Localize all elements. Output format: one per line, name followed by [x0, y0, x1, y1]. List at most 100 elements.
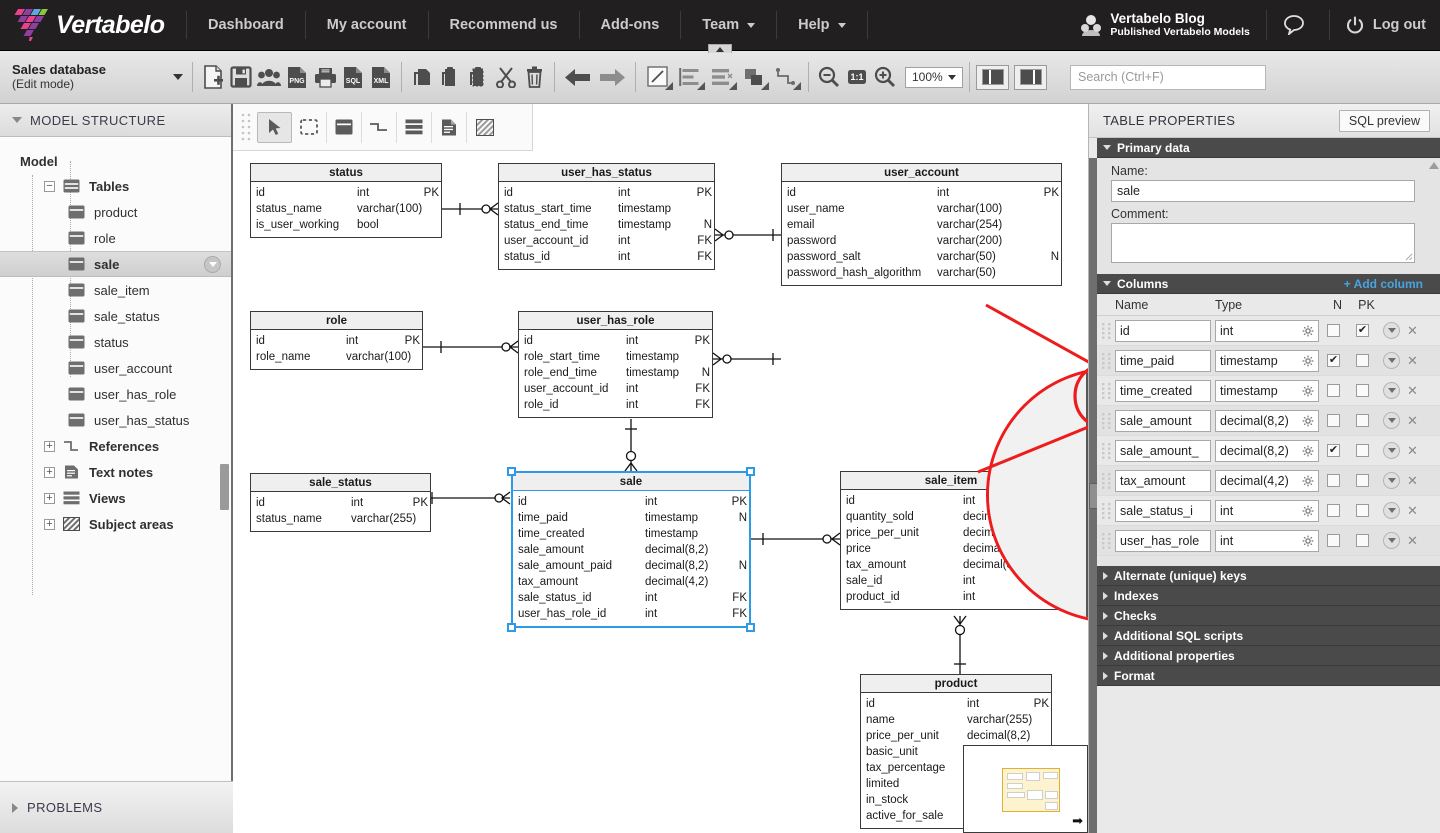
drag-handle-icon[interactable]	[1101, 442, 1113, 460]
column-nullable-checkbox[interactable]	[1327, 474, 1340, 487]
column-type-input[interactable]: int	[1215, 529, 1319, 552]
tree-table-product[interactable]: product	[0, 199, 231, 225]
tree-group-references[interactable]: + References	[0, 433, 231, 459]
gear-icon[interactable]	[1302, 355, 1314, 367]
route-button[interactable]	[770, 61, 802, 93]
tree-group-subject-areas[interactable]: + Subject areas	[0, 511, 231, 537]
er-table-role[interactable]: role id int PK role_name varchar(100)	[250, 311, 423, 370]
column-nullable-checkbox[interactable]	[1327, 384, 1340, 397]
gear-icon[interactable]	[1302, 475, 1314, 487]
section-additional-properties[interactable]: Additional properties	[1097, 646, 1440, 666]
redo-button[interactable]	[595, 61, 629, 93]
tree-table-role[interactable]: role	[0, 225, 231, 251]
sidebar-scrollbar-thumb[interactable]	[220, 464, 229, 510]
gear-icon[interactable]	[1302, 385, 1314, 397]
remove-column-button[interactable]: ✕	[1407, 414, 1418, 427]
er-table-resize-handle[interactable]	[746, 467, 755, 476]
column-pk-checkbox[interactable]	[1356, 444, 1369, 457]
nav-recommend-us[interactable]: Recommend us	[429, 11, 580, 39]
export-png-button[interactable]: PNG	[283, 61, 311, 93]
gear-icon[interactable]	[1302, 415, 1314, 427]
column-pk-checkbox[interactable]	[1356, 474, 1369, 487]
model-name-block[interactable]: Sales database (Edit mode)	[0, 62, 170, 92]
tree-table-status[interactable]: status	[0, 329, 231, 355]
tool-add-view[interactable]	[397, 111, 432, 143]
remove-column-button[interactable]: ✕	[1407, 534, 1418, 547]
nav-team[interactable]: Team	[681, 11, 778, 39]
save-button[interactable]	[227, 61, 255, 93]
column-menu-button[interactable]	[1383, 322, 1400, 339]
collapse-expander[interactable]: −	[44, 180, 55, 192]
tree-table-user_has_status[interactable]: user_has_status	[0, 407, 231, 433]
column-name-input[interactable]: time_paid	[1115, 349, 1211, 372]
tree-table-user_has_role[interactable]: user_has_role	[0, 381, 231, 407]
column-pk-checkbox[interactable]	[1356, 414, 1369, 427]
tool-marquee[interactable]	[292, 111, 327, 143]
palette-drag-handle[interactable]	[239, 112, 253, 142]
zoom-out-button[interactable]	[815, 61, 843, 93]
nav-help[interactable]: Help	[777, 11, 868, 39]
print-button[interactable]	[311, 61, 339, 93]
er-table-status[interactable]: status id int PK status_name varchar(100) is_u…	[250, 163, 442, 238]
tree-table-sale_item[interactable]: sale_item	[0, 277, 231, 303]
column-type-input[interactable]: int	[1215, 499, 1319, 522]
section-additional-sql[interactable]: Additional SQL scripts	[1097, 626, 1440, 646]
logout-button[interactable]: Log out	[1330, 15, 1426, 35]
distribute-button[interactable]	[706, 61, 738, 93]
er-table-user_has_status[interactable]: user_has_status id int PK status_start_time t…	[498, 163, 715, 270]
column-type-input[interactable]: timestamp	[1215, 349, 1319, 372]
column-nullable-checkbox[interactable]	[1327, 504, 1340, 517]
remove-column-button[interactable]: ✕	[1407, 354, 1418, 367]
column-nullable-checkbox[interactable]: ✔	[1327, 444, 1340, 457]
column-pk-checkbox[interactable]	[1356, 534, 1369, 547]
line-style-button[interactable]	[642, 61, 674, 93]
gear-icon[interactable]	[1302, 445, 1314, 457]
remove-column-button[interactable]: ✕	[1407, 444, 1418, 457]
column-type-input[interactable]: timestamp	[1215, 379, 1319, 402]
tool-add-note[interactable]	[432, 111, 467, 143]
er-table-resize-handle[interactable]	[746, 623, 755, 632]
section-alternate-keys[interactable]: Alternate (unique) keys	[1097, 566, 1440, 586]
table-comment-textarea[interactable]	[1111, 223, 1415, 263]
tree-group-text-notes[interactable]: + Text notes	[0, 459, 231, 485]
drag-handle-icon[interactable]	[1101, 532, 1113, 550]
section-indexes[interactable]: Indexes	[1097, 586, 1440, 606]
column-type-input[interactable]: int	[1215, 319, 1319, 342]
column-pk-checkbox[interactable]	[1356, 354, 1369, 367]
tool-add-table[interactable]	[327, 111, 362, 143]
undo-button[interactable]	[561, 61, 595, 93]
toggle-left-panel-button[interactable]	[976, 64, 1009, 90]
column-name-input[interactable]: sale_amount_	[1115, 439, 1211, 462]
column-type-input[interactable]: decimal(8,2)	[1215, 409, 1319, 432]
nav-my-account[interactable]: My account	[306, 11, 429, 39]
zoom-in-button[interactable]	[871, 61, 899, 93]
expand-expander[interactable]: +	[44, 492, 55, 504]
nav-add-ons[interactable]: Add-ons	[580, 11, 682, 39]
export-sql-button[interactable]: SQL	[339, 61, 367, 93]
gear-icon[interactable]	[1302, 535, 1314, 547]
logo[interactable]: Vertabelo	[0, 7, 186, 43]
drag-handle-icon[interactable]	[1101, 322, 1113, 340]
column-name-input[interactable]: time_created	[1115, 379, 1211, 402]
section-checks[interactable]: Checks	[1097, 606, 1440, 626]
er-table-sale_status[interactable]: sale_status id int PK status_name varchar(255…	[250, 473, 431, 532]
problems-panel-header[interactable]: PROBLEMS	[0, 781, 233, 833]
minimap-resize-icon[interactable]: ➡	[1072, 813, 1083, 829]
zoom-level-select[interactable]: 100%	[905, 66, 963, 88]
column-type-input[interactable]: decimal(8,2)	[1215, 439, 1319, 462]
toggle-right-panel-button[interactable]	[1014, 64, 1047, 90]
copy-button[interactable]	[408, 61, 436, 93]
arrange-button[interactable]	[738, 61, 770, 93]
tree-table-sale_status[interactable]: sale_status	[0, 303, 231, 329]
column-name-input[interactable]: tax_amount	[1115, 469, 1211, 492]
column-nullable-checkbox[interactable]	[1327, 414, 1340, 427]
tree-root-model[interactable]: Model	[0, 149, 231, 173]
gear-icon[interactable]	[1302, 325, 1314, 337]
drag-handle-icon[interactable]	[1101, 502, 1113, 520]
remove-column-button[interactable]: ✕	[1407, 504, 1418, 517]
diagram-minimap[interactable]: ➡	[963, 745, 1088, 833]
add-column-button[interactable]: + Add column	[1344, 277, 1440, 291]
user-account-block[interactable]: Vertabelo Blog Published Vertabelo Model…	[1080, 10, 1267, 40]
tree-group-tables[interactable]: − Tables	[0, 173, 231, 199]
section-format[interactable]: Format	[1097, 666, 1440, 686]
